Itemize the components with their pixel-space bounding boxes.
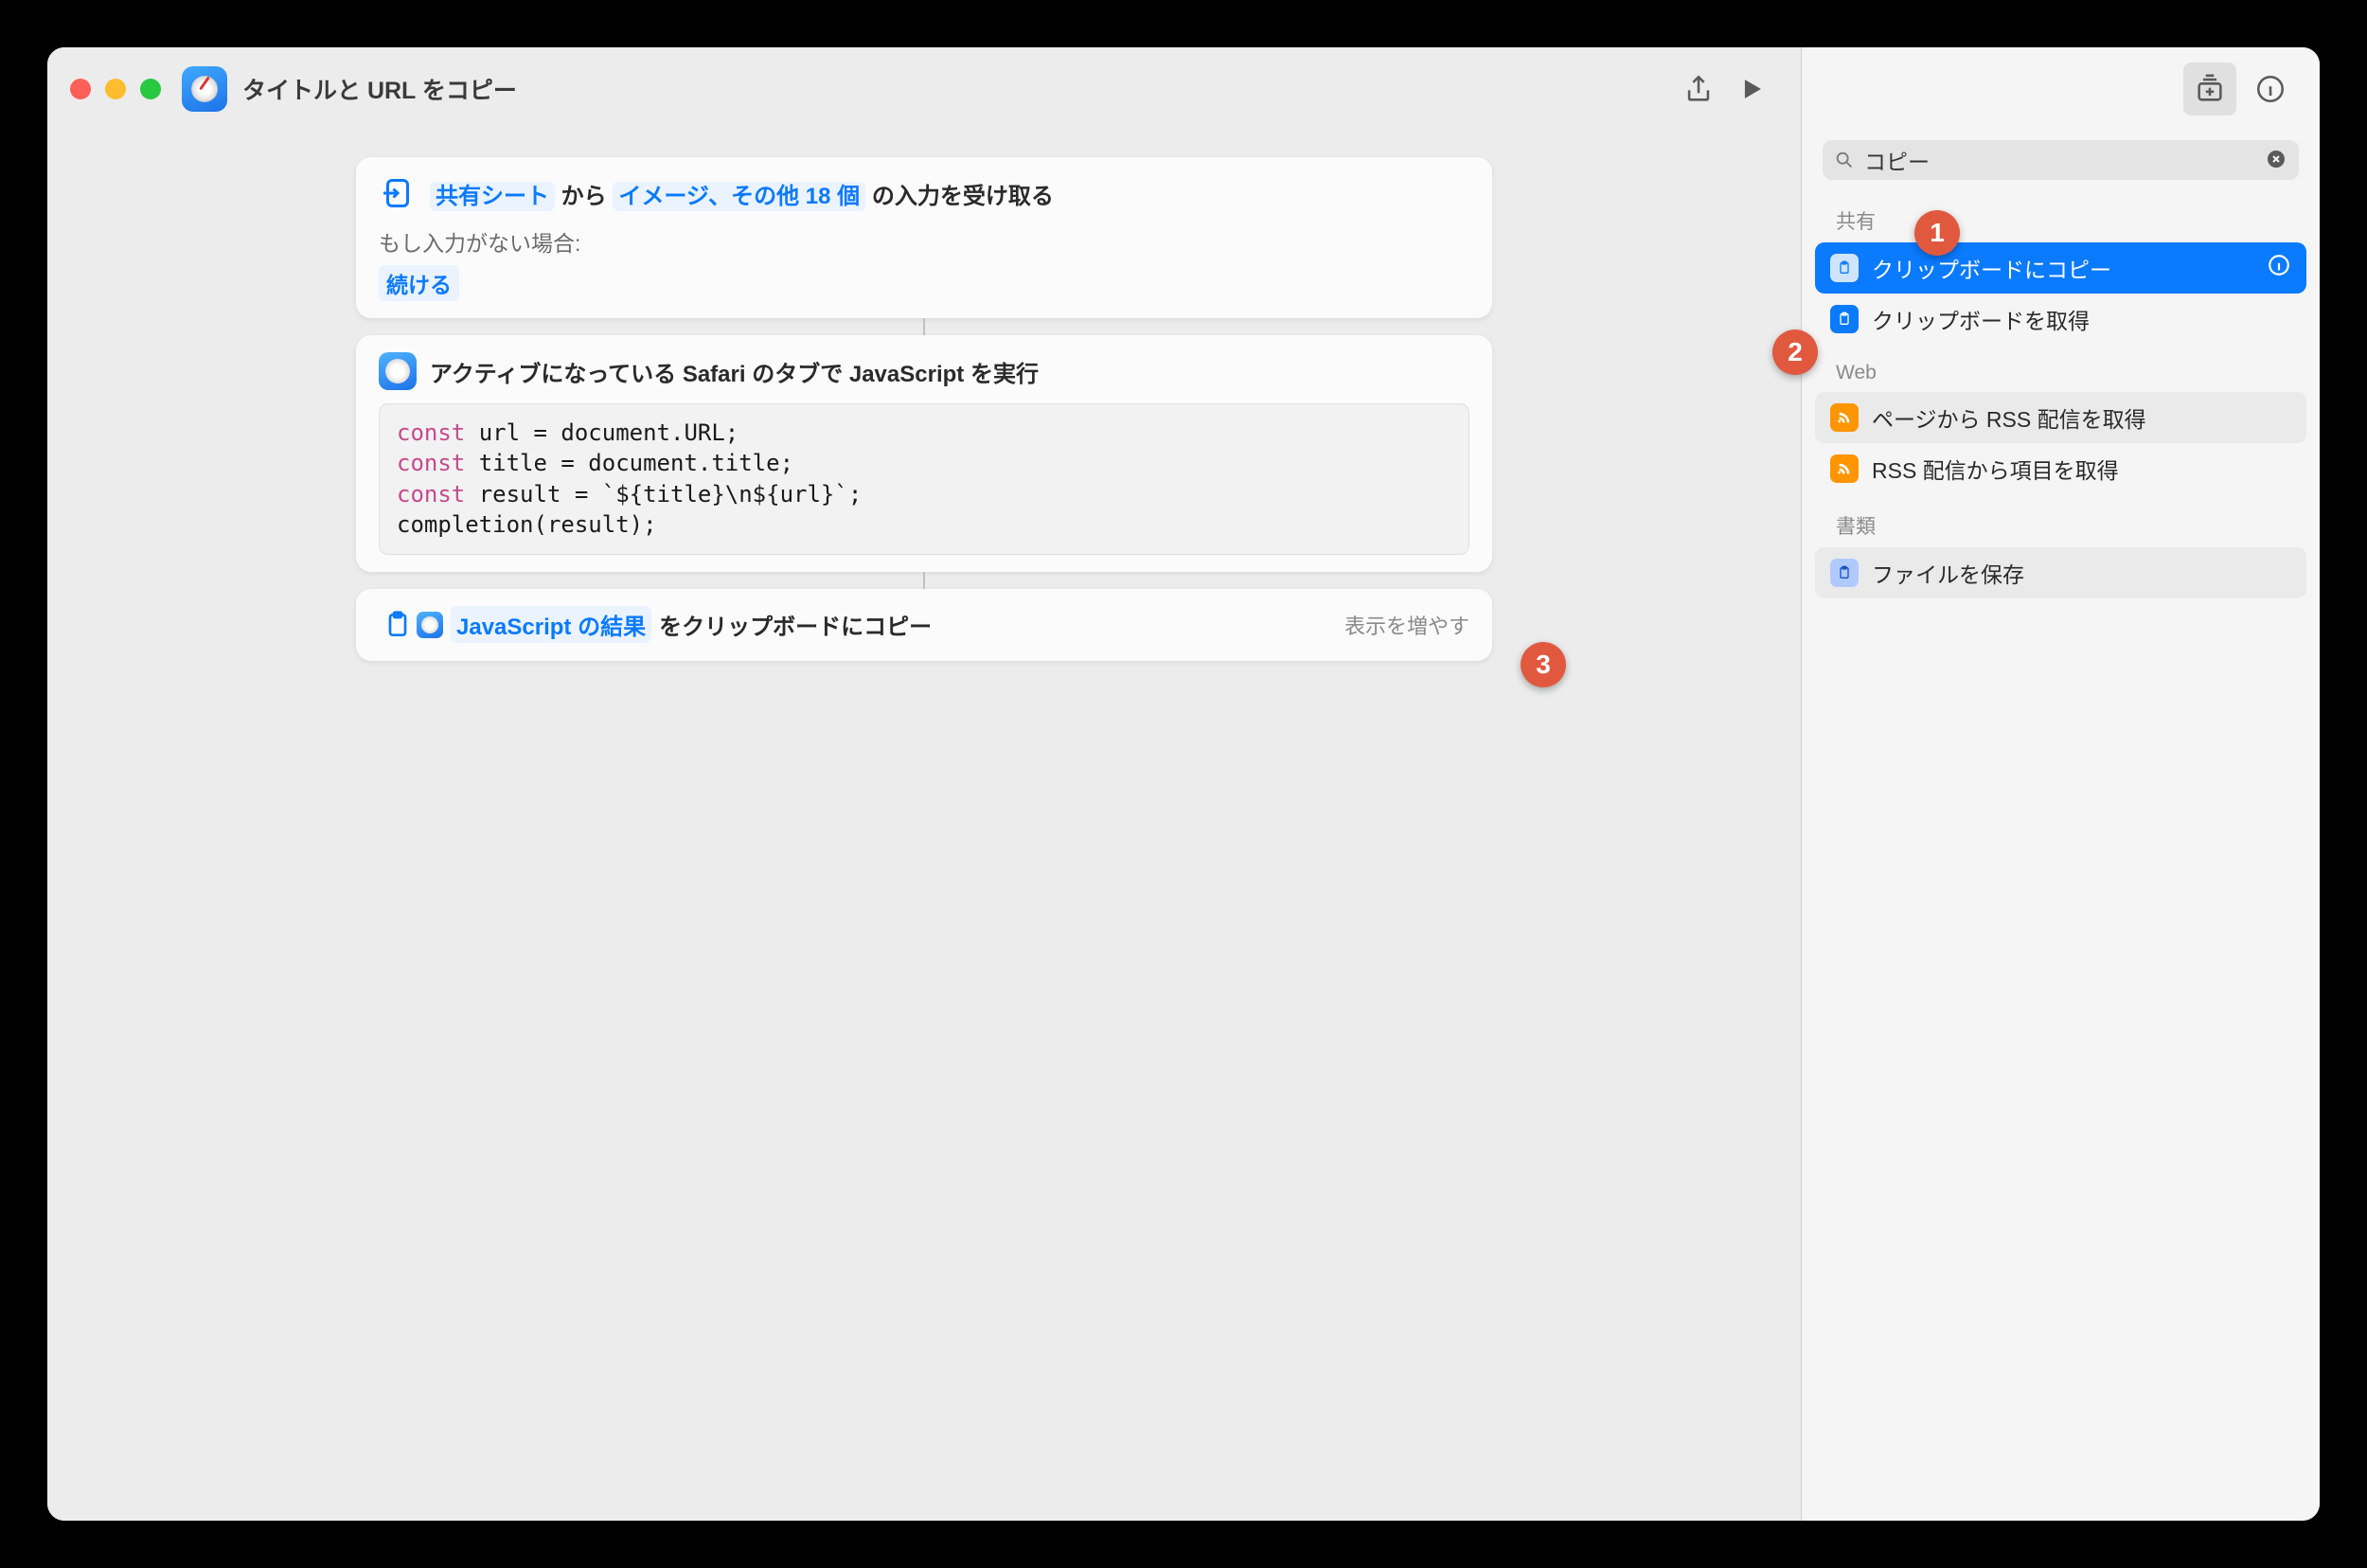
receive-source-token[interactable]: 共有シート [430, 182, 555, 211]
action-info-button[interactable] [2267, 253, 2291, 283]
action-item-icon [1830, 305, 1859, 333]
action-item-label: RSS 配信から項目を取得 [1872, 453, 2119, 485]
show-more-button[interactable]: 表示を増やす [1344, 610, 1469, 640]
action-list: 共有クリップボードにコピークリップボードを取得 Web ページから RSS 配信を取… [1802, 189, 2320, 598]
connector [923, 572, 925, 589]
action-item[interactable]: RSS 配信から項目を取得 [1815, 443, 2306, 494]
action-item-icon [1830, 254, 1859, 282]
traffic-lights [70, 79, 161, 99]
action-item[interactable]: クリップボードにコピー [1815, 242, 2306, 294]
info-tab-button[interactable] [2244, 62, 2297, 116]
copy-variable-token[interactable]: JavaScript の結果 [451, 606, 651, 643]
action-item[interactable]: クリップボードを取得 [1815, 294, 2306, 345]
clear-search-button[interactable] [2265, 148, 2287, 175]
receive-input-card[interactable]: 共有シート から イメージ、その他 18 個 の入力を受け取る もし入力がない場… [356, 157, 1492, 318]
code-editor[interactable]: const url = document.URL; const title = … [379, 403, 1469, 555]
noinput-label: もし入力がない場合: [379, 225, 1469, 258]
search-icon [1834, 150, 1855, 170]
action-item-label: クリップボードにコピー [1872, 252, 2111, 284]
clear-icon [2265, 148, 2287, 170]
app-window: タイトルと URL をコピー 共有シート から イメージ、その他 18 個 [47, 47, 2320, 1521]
annotation-badge-2: 2 [1772, 330, 1818, 375]
input-icon [379, 174, 417, 212]
continue-token[interactable]: 続ける [379, 265, 459, 301]
shortcut-app-icon [182, 66, 227, 112]
connector [923, 318, 925, 335]
receive-types-token[interactable]: イメージ、その他 18 個 [613, 182, 865, 211]
js-action-title: アクティブになっている Safari のタブで JavaScript を実行 [430, 355, 1039, 388]
category-header: 書類 [1802, 494, 2320, 547]
category-header: Web [1802, 345, 2320, 392]
sidebar-toolbar [1802, 47, 2320, 131]
share-icon [1682, 73, 1715, 105]
action-item-label: クリップボードを取得 [1872, 303, 2090, 335]
library-icon [2194, 73, 2226, 105]
category-header: 共有 [1802, 189, 2320, 242]
copy-suffix-text: をクリップボードにコピー [659, 608, 932, 641]
minimize-window-button[interactable] [105, 79, 126, 99]
search-wrap [1802, 131, 2320, 189]
info-icon [2254, 73, 2287, 105]
safari-icon [379, 352, 417, 390]
share-button[interactable] [1672, 62, 1725, 116]
copy-to-clipboard-card[interactable]: JavaScript の結果 をクリップボードにコピー 表示を増やす [356, 589, 1492, 661]
receive-text-1: から [561, 184, 607, 209]
workflow-canvas: 共有シート から イメージ、その他 18 個 の入力を受け取る もし入力がない場… [47, 131, 1801, 1521]
search-input[interactable] [1823, 140, 2299, 180]
clipboard-icon [379, 606, 417, 644]
action-item-icon [1830, 559, 1859, 587]
annotation-badge-1: 1 [1914, 210, 1960, 256]
close-window-button[interactable] [70, 79, 91, 99]
receive-text-2: の入力を受け取る [872, 184, 1054, 209]
action-item-icon [1830, 403, 1859, 432]
action-library-sidebar: 共有クリップボードにコピークリップボードを取得 Web ページから RSS 配信を取… [1801, 47, 2320, 1521]
annotation-badge-3: 3 [1521, 642, 1566, 687]
library-tab-button[interactable] [2183, 62, 2236, 116]
action-item[interactable]: ページから RSS 配信を取得 [1815, 392, 2306, 443]
safari-icon [417, 612, 443, 638]
run-button[interactable] [1725, 62, 1778, 116]
action-item-label: ファイルを保存 [1872, 557, 2024, 589]
toolbar: タイトルと URL をコピー [47, 47, 1801, 131]
window-title: タイトルと URL をコピー [242, 72, 517, 106]
action-item[interactable]: ファイルを保存 [1815, 547, 2306, 598]
action-item-icon [1830, 454, 1859, 483]
action-item-label: ページから RSS 配信を取得 [1872, 401, 2146, 434]
main-pane: タイトルと URL をコピー 共有シート から イメージ、その他 18 個 [47, 47, 1801, 1521]
run-javascript-card[interactable]: アクティブになっている Safari のタブで JavaScript を実行 c… [356, 335, 1492, 572]
play-icon [1735, 73, 1768, 105]
zoom-window-button[interactable] [140, 79, 161, 99]
